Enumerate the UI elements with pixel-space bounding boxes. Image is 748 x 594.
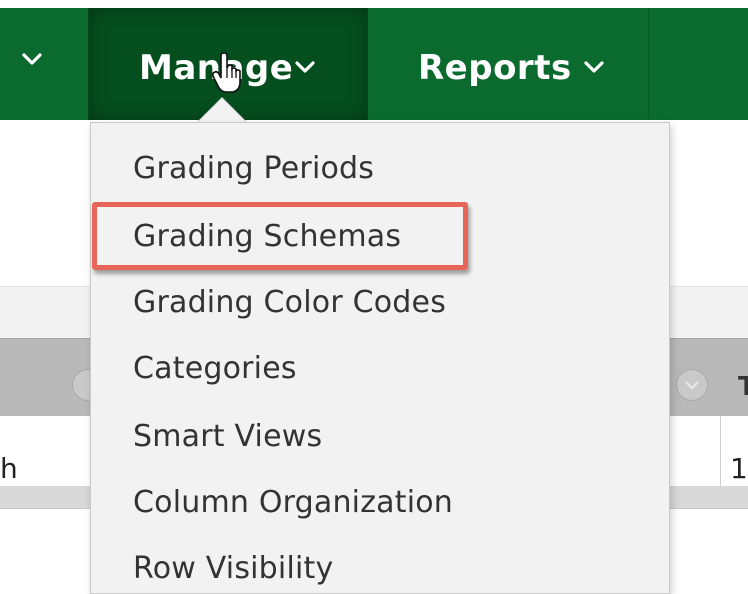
menu-item-categories[interactable]: Categories bbox=[133, 351, 297, 386]
nav-menu-reports[interactable]: Reports bbox=[366, 8, 648, 120]
menu-item-grading-color-codes[interactable]: Grading Color Codes bbox=[133, 285, 446, 320]
column-menu-icon[interactable] bbox=[676, 369, 708, 401]
column-divider bbox=[720, 416, 721, 486]
nav-divider bbox=[648, 8, 649, 120]
dropdown-pointer bbox=[196, 98, 248, 124]
chevron-down-icon bbox=[584, 61, 604, 73]
hand-cursor-icon bbox=[211, 52, 241, 93]
manage-dropdown-menu: Grading Periods Grading Schemas Grading … bbox=[90, 122, 670, 594]
menu-item-smart-views[interactable]: Smart Views bbox=[133, 419, 322, 454]
menu-item-grading-periods[interactable]: Grading Periods bbox=[133, 151, 374, 186]
column-header-label[interactable]: T bbox=[738, 372, 748, 402]
chevron-down-icon bbox=[22, 53, 42, 65]
nav-menu-label: Reports bbox=[418, 48, 572, 88]
table-cell: 1 bbox=[730, 452, 748, 485]
top-navigation-bar: Manage Reports bbox=[0, 8, 748, 120]
chevron-down-icon bbox=[295, 61, 315, 73]
nav-menu-partial[interactable] bbox=[0, 8, 89, 120]
highlight-annotation bbox=[92, 202, 468, 270]
table-cell: h bbox=[0, 452, 18, 485]
menu-item-column-organization[interactable]: Column Organization bbox=[133, 485, 453, 520]
menu-item-row-visibility[interactable]: Row Visibility bbox=[133, 551, 333, 586]
